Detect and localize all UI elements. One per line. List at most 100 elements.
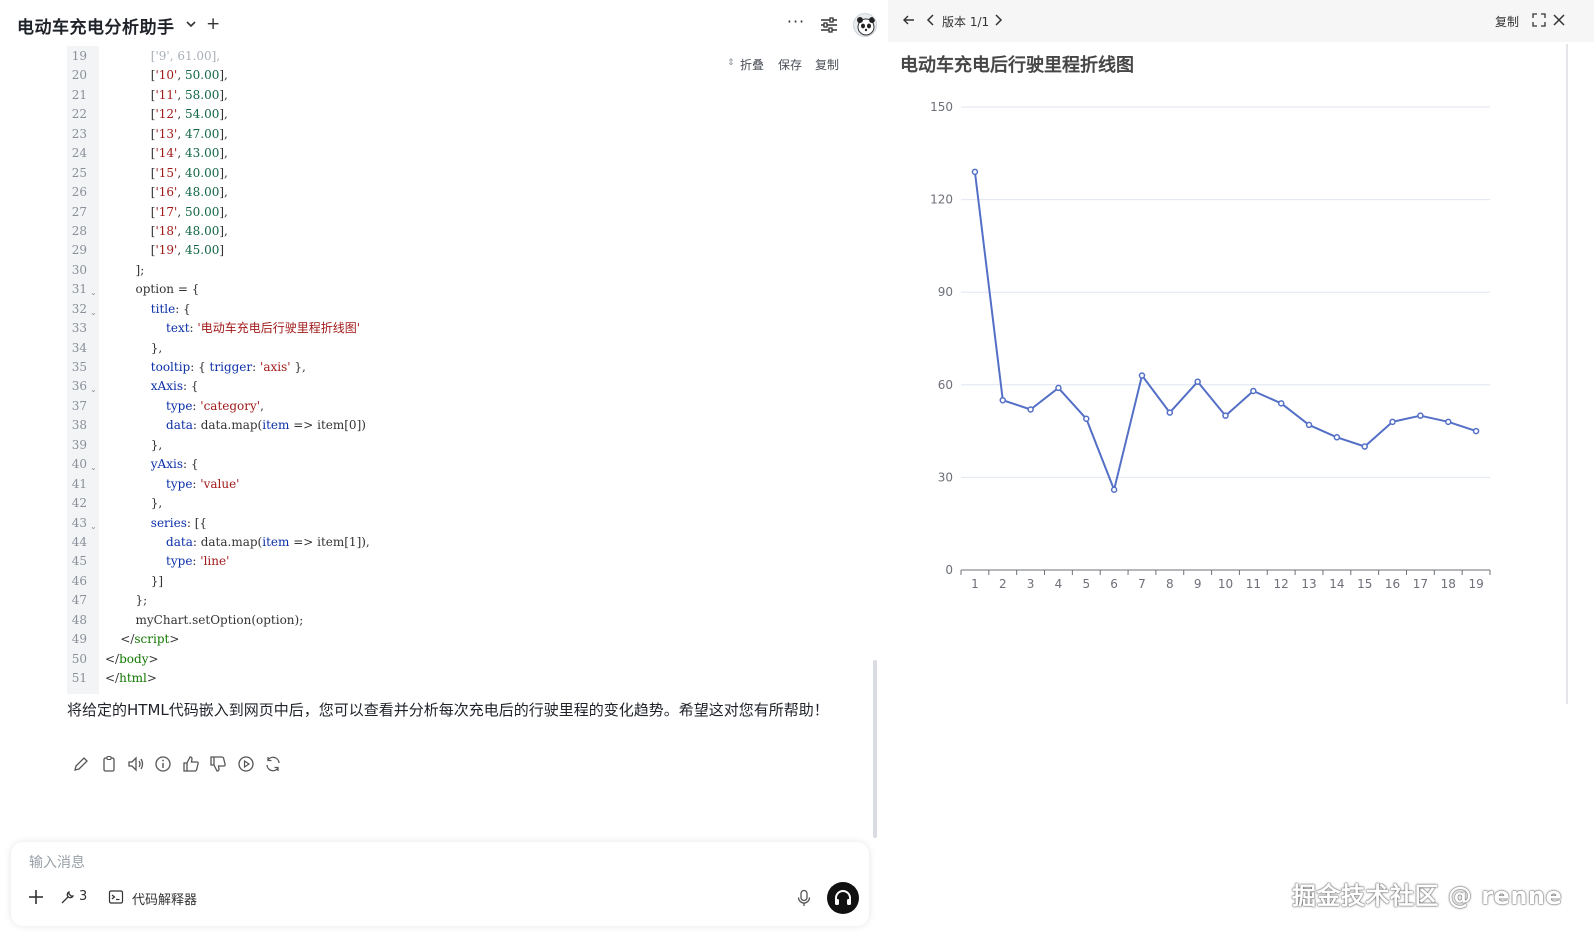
info-icon[interactable] <box>154 755 172 773</box>
code-line: 31 ⌄ option = { <box>67 280 853 299</box>
expand-icon[interactable] <box>1532 13 1546 27</box>
line-number: 32 <box>71 301 87 316</box>
add-icon[interactable] <box>27 888 45 906</box>
code-token: , <box>177 165 185 180</box>
copy-code-button[interactable]: 复制 <box>815 56 839 73</box>
code-token: , <box>177 243 185 258</box>
code-token: [ <box>105 165 156 180</box>
code-token: text <box>166 321 190 336</box>
refresh-icon[interactable] <box>264 755 282 773</box>
fold-button[interactable]: 折叠 <box>740 56 764 73</box>
code-token: }, <box>105 437 163 452</box>
microphone-icon[interactable] <box>796 889 812 907</box>
code-token: : [{ <box>186 515 208 530</box>
headphones-icon <box>835 890 851 905</box>
code-token: : { <box>183 457 199 472</box>
chevron-right-icon[interactable] <box>993 13 1003 27</box>
arrow-left-icon[interactable] <box>902 13 916 27</box>
code-token: item <box>262 534 290 549</box>
preview-scrollbar[interactable] <box>1566 44 1568 704</box>
code-line: 47 }; <box>67 591 853 610</box>
preview-pane: 版本 1/1 复制 电动车充电后行驶里程折线图 0 30 60 90 120 150 1 2 3… <box>888 0 1594 946</box>
code-token: => item[0]) <box>289 418 366 433</box>
code-token: : data.map( <box>192 534 263 549</box>
code-token: , <box>177 185 185 200</box>
speaker-icon[interactable] <box>127 755 145 773</box>
copy-icon[interactable] <box>100 755 118 773</box>
code-token: trigger <box>209 360 253 374</box>
chevron-down-icon[interactable] <box>184 17 198 31</box>
y-tick-label: 0 <box>945 563 953 577</box>
code-token: ]; <box>105 262 145 277</box>
data-point <box>1055 384 1062 392</box>
save-button[interactable]: 保存 <box>778 56 802 73</box>
y-tick-label: 60 <box>938 378 953 392</box>
code-token: 43.00 <box>184 146 220 161</box>
voice-call-button[interactable] <box>827 882 859 914</box>
code-token: ], <box>219 107 228 122</box>
line-number: 38 <box>71 418 87 433</box>
code-token: ], <box>219 87 228 102</box>
data-point <box>1222 412 1229 419</box>
avatar[interactable] <box>853 13 877 37</box>
code-line: 45 type: 'line' <box>67 552 853 571</box>
thumbs-up-icon[interactable] <box>182 755 200 773</box>
line-chart[interactable]: 03060901201501 2 3 4 5 6 7 8 9 10 11 12 13 14 15 16 17 18… <box>888 90 1558 610</box>
y-tick-label: 150 <box>930 100 953 114</box>
play-icon[interactable] <box>237 755 255 773</box>
thumbs-down-icon[interactable] <box>209 755 227 773</box>
edit-icon[interactable] <box>72 755 90 773</box>
data-point <box>1194 378 1201 385</box>
line-number: 41 <box>71 476 87 491</box>
copy-preview-button[interactable]: 复制 <box>1495 13 1519 30</box>
x-tick-label: 4 <box>1055 577 1063 591</box>
code-token: yAxis <box>150 457 183 472</box>
code-token: series <box>150 515 187 530</box>
scrollbar[interactable] <box>873 660 877 838</box>
code-token: '12' <box>155 107 178 122</box>
line-number: 19 <box>71 49 87 63</box>
close-icon[interactable] <box>1552 13 1566 27</box>
settings-sliders-icon[interactable] <box>819 15 839 35</box>
code-token: '16' <box>155 185 178 200</box>
chevron-left-icon[interactable] <box>926 13 936 27</box>
line-number: 24 <box>71 146 87 161</box>
code-actions: ⇕ 折叠 保存 复制 <box>727 56 847 72</box>
code-text: title: { <box>105 300 191 319</box>
code-token: </ <box>105 671 120 685</box>
x-tick-label: 16 <box>1385 577 1400 591</box>
assistant-message: 将给定的HTML代码嵌入到网页中后，您可以查看并分析每次充电后的行驶里程的变化趋… <box>67 701 829 719</box>
line-number: 43 <box>71 515 87 530</box>
app-title[interactable]: 电动车充电分析助手 <box>17 13 175 38</box>
fold-icon[interactable]: ⇕ <box>727 58 735 68</box>
line-number: 29 <box>71 243 87 258</box>
code-token: , <box>177 107 185 122</box>
code-line: 48 myChart.setOption(option); <box>67 611 853 630</box>
x-tick-label: 6 <box>1110 577 1118 591</box>
line-number: 22 <box>71 107 87 122</box>
data-point <box>1305 421 1313 429</box>
code-token: : data.map( <box>192 418 263 433</box>
data-point <box>1166 409 1174 416</box>
code-line: 27 ['17', 50.00], <box>67 203 853 222</box>
x-tick-label: 8 <box>1166 577 1174 591</box>
code-text: option = { <box>105 280 200 299</box>
code-line: 28 ['18', 48.00], <box>67 222 853 241</box>
code-line: 41 type: 'value' <box>67 475 853 494</box>
code-token: }, <box>105 340 163 355</box>
code-token: data <box>166 418 193 433</box>
code-token: data <box>166 534 193 549</box>
new-chat-button[interactable]: + <box>206 14 220 34</box>
code-line: 49 </script> <box>67 630 853 649</box>
code-token: [ <box>105 243 156 258</box>
message-input[interactable] <box>29 852 729 874</box>
code-token: '13' <box>155 126 178 141</box>
code-token: html <box>119 671 147 685</box>
code-token: }, <box>105 496 163 511</box>
data-point <box>1333 434 1341 441</box>
more-options-icon[interactable]: ··· <box>784 12 808 36</box>
